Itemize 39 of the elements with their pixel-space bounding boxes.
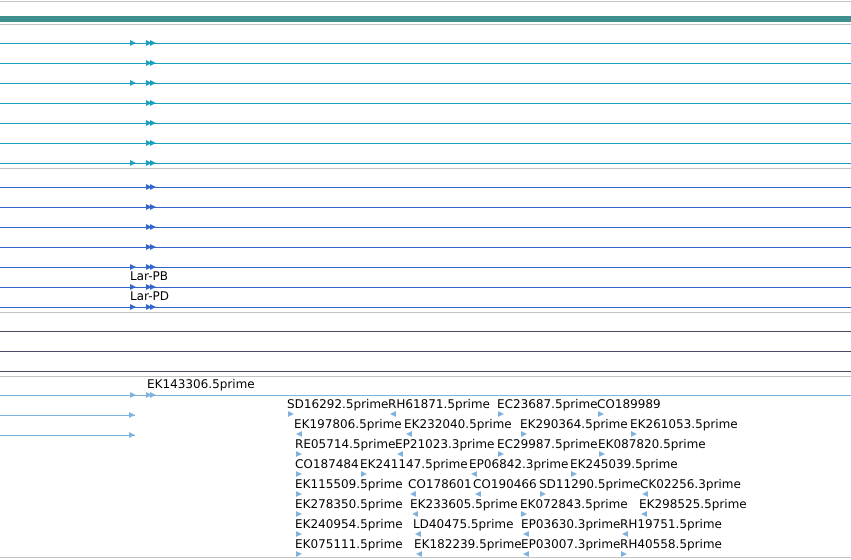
feature-label: CK02256.3prime [640,477,741,491]
feature-label: CO178601 [408,477,472,491]
feature-label: EK261053.5prime [630,417,738,431]
feature-label: RH19751.5prime [620,517,722,531]
feature-label: EP03630.3prime [521,517,620,531]
feature-label: RH61871.5prime [388,397,490,411]
arrow-icon [129,412,135,418]
feature-label: Lar-PB [130,269,168,283]
feature-label: EK087820.5prime [598,437,706,451]
feature-label: SD11290.5prime [539,477,640,491]
feature-label: RH40558.5prime [620,537,722,551]
arrow-icon [129,432,135,438]
feature-label: LD40475.5prime [413,517,514,531]
feature-label: EK290364.5prime [520,417,628,431]
feature-label: CO189989 [597,397,661,411]
feature-label: EC23687.5prime [497,397,598,411]
feature-label: EK278350.5prime [295,497,403,511]
arrow-icon [130,392,136,398]
feature-label: CO187484 [295,457,359,471]
feature-label: RE05714.5prime [295,437,396,451]
feature-label: EP21023.3prime [395,437,494,451]
feature-label: EP03007.3prime [521,537,620,551]
feature-label: CO190466 [473,477,537,491]
feature-label: EK233605.5prime [410,497,518,511]
feature-label: EK075111.5prime [295,537,403,551]
feature-label: EK072843.5prime [520,497,628,511]
feature-label: EK240954.5prime [295,517,403,531]
feature-label: EK298525.5prime [639,497,747,511]
feature-label: SD16292.5prime [287,397,388,411]
feature-label: EK182239.5prime [414,537,522,551]
feature-label: EK115509.5prime [295,477,403,491]
feature-label: EK143306.5prime [147,377,255,391]
feature-label: EP06842.3prime [469,457,568,471]
feature-label: EC29987.5prime [497,437,598,451]
feature-label: EK241147.5prime [360,457,468,471]
feature-label: EK232040.5prime [404,417,512,431]
feature-label: Lar-PD [130,289,170,303]
feature-label: EK197806.5prime [294,417,402,431]
feature-label: EK245039.5prime [570,457,678,471]
